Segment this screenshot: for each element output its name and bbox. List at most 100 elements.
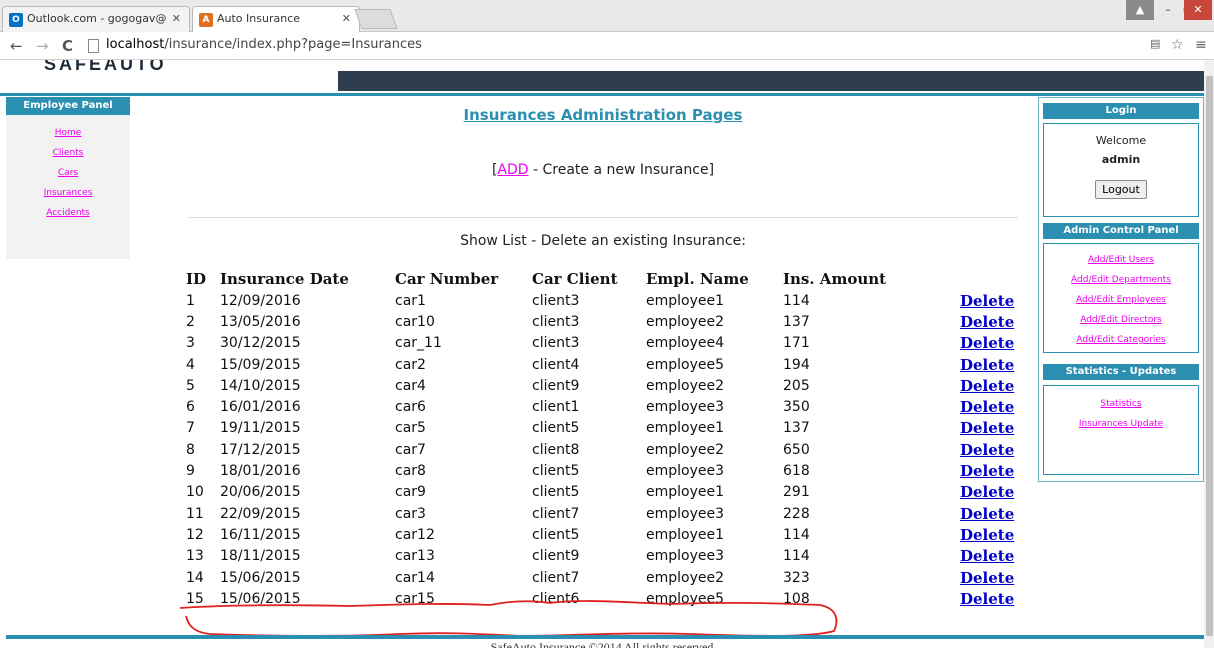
cell-id: 11 <box>186 505 204 522</box>
cell-action: Delete <box>960 354 1020 375</box>
cell-client: client8 <box>532 441 580 458</box>
cell-client: client9 <box>532 548 580 565</box>
logout-button[interactable]: Logout <box>1095 180 1147 199</box>
cell-date: 12/09/2016 <box>220 292 301 309</box>
stats-link-statistics[interactable]: Statistics <box>1100 399 1141 409</box>
new-tab-button[interactable] <box>354 9 398 29</box>
nav-link-clients[interactable]: Clients <box>53 148 84 158</box>
delete-link[interactable]: Delete <box>960 547 1014 565</box>
admin-panel-box: Add/Edit Users Add/Edit Departments Add/… <box>1043 243 1199 353</box>
stats-link-insurances-update[interactable]: Insurances Update <box>1079 419 1163 429</box>
delete-link[interactable]: Delete <box>960 313 1014 331</box>
table-row: 15 15/06/2015 car15 client6 employee5 108 Dele… <box>186 588 1020 609</box>
admin-link-users[interactable]: Add/Edit Users <box>1088 255 1154 265</box>
cell-client: client7 <box>532 569 580 586</box>
cell-employee: employee1 <box>646 484 725 501</box>
cell-id: 12 <box>186 526 204 543</box>
nav-link-cars[interactable]: Cars <box>58 168 78 178</box>
delete-link[interactable]: Delete <box>960 505 1014 523</box>
username: admin <box>1101 153 1141 166</box>
delete-link[interactable]: Delete <box>960 419 1014 437</box>
cell-date: 19/11/2015 <box>220 420 301 437</box>
scrollbar-thumb[interactable] <box>1206 76 1213 636</box>
cell-car: car13 <box>395 548 435 565</box>
user-icon[interactable]: ▲ <box>1126 0 1154 20</box>
cell-date: 15/09/2015 <box>220 356 301 373</box>
page-icon <box>88 39 99 53</box>
admin-link-employees[interactable]: Add/Edit Employees <box>1076 295 1166 305</box>
delete-link[interactable]: Delete <box>960 441 1014 459</box>
cell-car: car15 <box>395 590 435 607</box>
nav-link-home[interactable]: Home <box>55 128 82 138</box>
cell-employee: employee3 <box>646 399 725 416</box>
table-row: 8 17/12/2015 car7 client8 employee2 650 Delete <box>186 439 1020 460</box>
cell-amount: 350 <box>783 399 810 416</box>
delete-link[interactable]: Delete <box>960 377 1014 395</box>
add-insurance-link[interactable]: ADD <box>497 162 528 178</box>
forward-arrow-icon[interactable]: → <box>36 37 49 55</box>
delete-link[interactable]: Delete <box>960 569 1014 587</box>
cell-amount: 205 <box>783 377 810 394</box>
main-content: Insurances Administration Pages [ADD - C… <box>150 96 1030 636</box>
cell-amount: 228 <box>783 505 810 522</box>
cell-car: car10 <box>395 313 435 330</box>
tab-outlook[interactable]: O Outlook.com - gogogav@ ✕ <box>2 6 190 32</box>
window-close-icon[interactable]: ✕ <box>1184 0 1212 20</box>
delete-link[interactable]: Delete <box>960 356 1014 374</box>
column-header-amount: Ins. Amount <box>783 270 887 288</box>
cell-action: Delete <box>960 439 1020 460</box>
translate-icon[interactable]: ▤ <box>1150 37 1160 50</box>
column-header-employee: Empl. Name <box>646 270 749 288</box>
cell-amount: 137 <box>783 313 810 330</box>
close-icon[interactable]: ✕ <box>172 12 181 25</box>
cell-action: Delete <box>960 546 1020 567</box>
page-title: Insurances Administration Pages <box>463 106 743 124</box>
cell-id: 13 <box>186 548 204 565</box>
back-arrow-icon[interactable]: ← <box>10 37 23 55</box>
close-icon[interactable]: ✕ <box>342 12 351 25</box>
cell-car: car4 <box>395 377 426 394</box>
cell-employee: employee1 <box>646 526 725 543</box>
column-header-action <box>960 268 1020 290</box>
table-row: 2 13/05/2016 car10 client3 employee2 137 Delet… <box>186 311 1020 332</box>
cell-car: car_11 <box>395 335 442 352</box>
cell-amount: 650 <box>783 441 810 458</box>
admin-link-categories[interactable]: Add/Edit Categories <box>1076 335 1165 345</box>
delete-link[interactable]: Delete <box>960 590 1014 608</box>
menu-icon[interactable]: ≡ <box>1195 37 1207 53</box>
cell-client: client1 <box>532 399 580 416</box>
auto-insurance-favicon-icon: A <box>199 13 213 27</box>
cell-amount: 114 <box>783 548 810 565</box>
reload-icon[interactable]: C <box>62 37 73 55</box>
delete-link[interactable]: Delete <box>960 483 1014 501</box>
cell-amount: 137 <box>783 420 810 437</box>
column-header-id: ID <box>186 270 207 288</box>
tab-auto-insurance[interactable]: A Auto Insurance ✕ <box>192 6 360 32</box>
cell-date: 15/06/2015 <box>220 590 301 607</box>
cell-employee: employee3 <box>646 463 725 480</box>
nav-link-accidents[interactable]: Accidents <box>46 208 90 218</box>
address-bar: ← → C localhost/insurance/index.php?page… <box>0 32 1214 60</box>
cell-employee: employee1 <box>646 420 725 437</box>
cell-action: Delete <box>960 588 1020 609</box>
delete-link[interactable]: Delete <box>960 526 1014 544</box>
cell-id: 8 <box>186 441 195 458</box>
cell-action: Delete <box>960 524 1020 545</box>
cell-car: car8 <box>395 463 426 480</box>
delete-link[interactable]: Delete <box>960 334 1014 352</box>
star-icon[interactable]: ☆ <box>1171 37 1184 53</box>
delete-link[interactable]: Delete <box>960 398 1014 416</box>
admin-link-directors[interactable]: Add/Edit Directors <box>1080 315 1162 325</box>
table-row: 11 22/09/2015 car3 client7 employee3 228 Delet… <box>186 503 1020 524</box>
admin-link-departments[interactable]: Add/Edit Departments <box>1071 275 1171 285</box>
login-box-title: Login <box>1043 103 1199 119</box>
cell-car: car2 <box>395 356 426 373</box>
cell-employee: employee4 <box>646 335 725 352</box>
delete-link[interactable]: Delete <box>960 462 1014 480</box>
url-field[interactable]: localhost/insurance/index.php?page=Insur… <box>88 36 1180 57</box>
nav-link-insurances[interactable]: Insurances <box>44 188 93 198</box>
cell-id: 10 <box>186 484 204 501</box>
cell-client: client3 <box>532 335 580 352</box>
delete-link[interactable]: Delete <box>960 292 1014 310</box>
cell-employee: employee2 <box>646 441 725 458</box>
